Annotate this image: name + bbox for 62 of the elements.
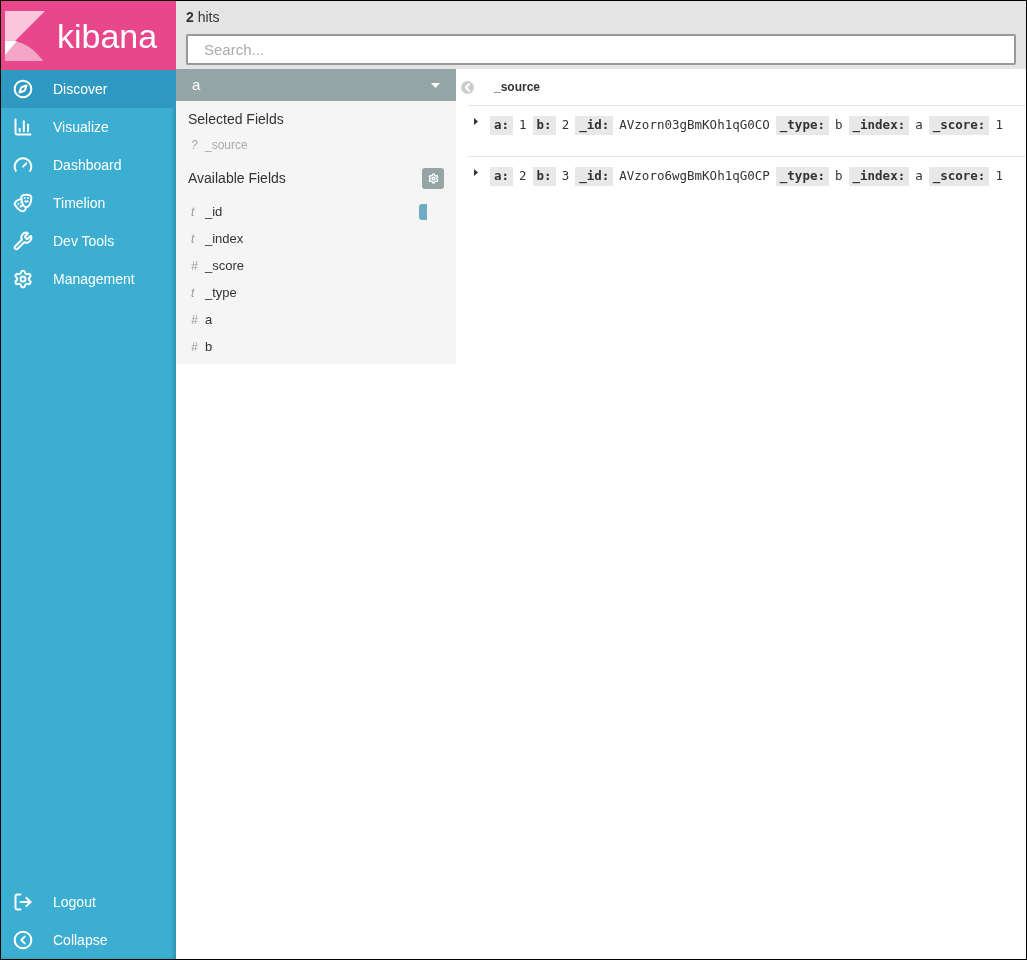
nav-item[interactable]: Dev Tools [1,222,176,260]
field-key: _id: [575,167,614,186]
field-key: _index: [848,167,910,186]
field-value: 3 [561,167,570,185]
field-value: 1 [519,116,527,134]
field-value: b [834,167,843,185]
field-value: 1 [995,167,1003,185]
field-value: a [915,167,923,185]
field-value: AVzoro6wgBmKOh1qG0CP [619,167,770,185]
field-key: a: [490,116,514,135]
field-item[interactable]: # _score [188,252,444,279]
field-item[interactable]: ? _source [188,131,444,158]
hits-count: 2 hits [186,8,221,27]
collapse-icon [13,930,33,950]
bar-chart-icon [13,117,33,137]
expand-icon[interactable] [474,118,478,125]
field-item[interactable]: t _index [188,225,444,252]
field-key: _type: [775,167,829,186]
caret-icon [431,82,440,88]
section-heading: Available Fields [188,168,286,188]
field-item[interactable]: # a [188,306,444,333]
field-value: 1 [995,116,1003,134]
field-key: _type: [775,116,829,135]
field-key: _score: [928,116,990,135]
field-key: b: [532,116,556,135]
field-key: a: [490,167,514,186]
settings-button[interactable] [422,167,444,189]
nav-item[interactable]: Visualize [1,108,176,146]
section-heading: Selected Fields [188,110,285,129]
field-value: AVzorn03gBmKOh1qG0CO [619,116,770,134]
search-field[interactable]: Search... [186,34,1016,65]
nav-item[interactable]: Collapse [1,921,176,959]
field-value: a [915,116,923,134]
settings-icon [427,172,439,184]
logout-icon [13,892,33,912]
field-value: 2 [519,167,527,185]
nav-item[interactable]: Logout [1,883,176,921]
field-value: 2 [561,116,570,134]
nav-item[interactable]: Discover [1,70,176,108]
field-item[interactable]: t _id [188,198,444,225]
field-value: b [834,116,843,134]
logo-text: kibana [57,18,158,53]
index-pattern-dropdown[interactable]: a [176,69,456,101]
nav-item[interactable]: Dashboard [1,146,176,184]
field-key: _score: [928,167,990,186]
nav-item[interactable]: Management [1,260,176,298]
compass-icon [13,79,33,99]
field-key: _index: [848,116,910,135]
field-item[interactable]: # b [188,333,444,360]
nav-item[interactable]: Timelion [1,184,176,222]
field-key: b: [532,167,556,186]
column-header: _source [494,79,541,96]
wrench-icon [13,231,33,251]
field-item[interactable]: t _type [188,279,444,306]
expand-icon[interactable] [474,169,478,176]
add-button[interactable] [419,203,427,220]
collapse-icon[interactable] [461,80,474,94]
mask-icon [13,193,33,213]
gauge-icon [13,155,33,175]
settings-icon [13,269,33,289]
logo-icon [5,10,45,61]
field-key: _id: [575,116,614,135]
